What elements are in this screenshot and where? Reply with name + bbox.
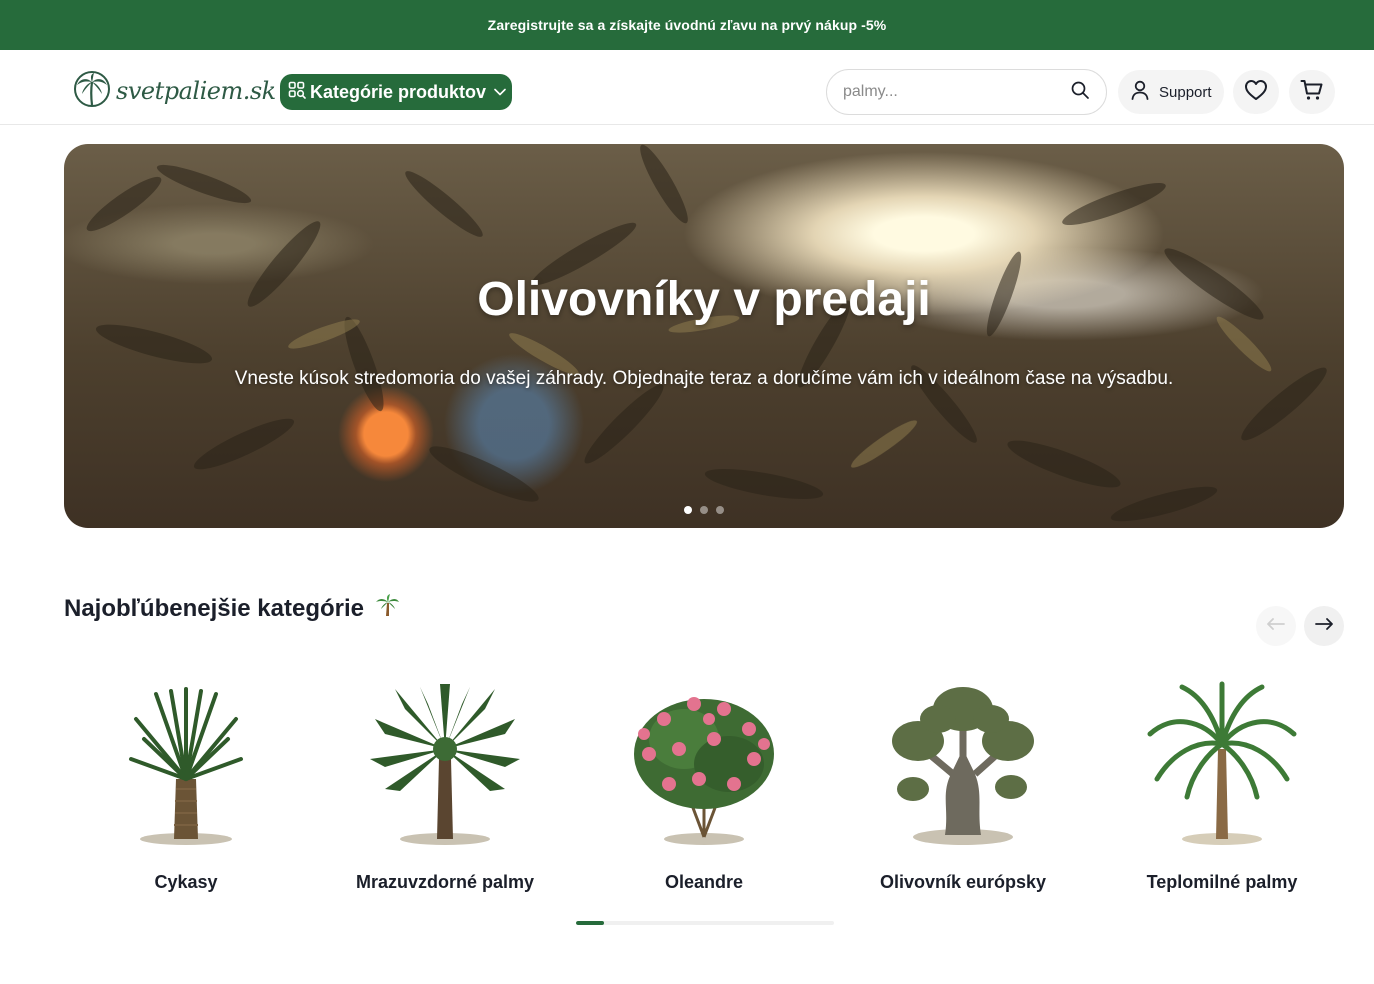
section-title: Najobľúbenejšie kategórie bbox=[64, 592, 400, 625]
category-card-olive-tree[interactable]: Olivovník európsky bbox=[841, 676, 1085, 906]
hero-subtitle: Vneste kúsok stredomoria do vašej záhrad… bbox=[234, 368, 1174, 389]
palm-logo-icon bbox=[72, 69, 112, 114]
category-name[interactable]: Olivovník európsky bbox=[841, 872, 1085, 893]
categories-button[interactable]: Kategórie produktov bbox=[280, 74, 512, 110]
search-box[interactable] bbox=[826, 69, 1107, 115]
category-image-warm-palms bbox=[1100, 676, 1344, 852]
promo-text: Zaregistrujte sa a získajte úvodnú zľavu… bbox=[487, 17, 887, 33]
promo-bar: Zaregistrujte sa a získajte úvodnú zľavu… bbox=[0, 0, 1374, 50]
category-name[interactable]: Cykasy bbox=[64, 872, 308, 893]
arrow-right-icon bbox=[1314, 617, 1334, 636]
section-title-text: Najobľúbenejšie kategórie bbox=[64, 594, 364, 622]
category-card-hardy-palms[interactable]: Mrazuvzdorné palmy bbox=[323, 676, 567, 906]
hero-background-leaves bbox=[86, 144, 1327, 522]
cart-button[interactable] bbox=[1289, 70, 1335, 114]
hero-banner[interactable]: Olivovníky v predaji Vneste kúsok stredo… bbox=[64, 144, 1344, 528]
logo-text: svetpaliem.sk bbox=[116, 77, 276, 105]
category-image-oleander bbox=[582, 676, 826, 852]
category-image-hardy-palms bbox=[323, 676, 567, 852]
category-card-oleander[interactable]: Oleandre bbox=[582, 676, 826, 906]
palm-tree-icon bbox=[374, 592, 400, 625]
category-image-cycas bbox=[64, 676, 308, 852]
arrow-left-icon bbox=[1266, 617, 1286, 636]
category-name[interactable]: Mrazuvzdorné palmy bbox=[323, 872, 567, 893]
wishlist-button[interactable] bbox=[1233, 70, 1279, 114]
category-image-olive-tree bbox=[841, 676, 1085, 852]
category-search-icon bbox=[288, 81, 306, 104]
heart-icon bbox=[1244, 79, 1268, 106]
slide-dot-2[interactable] bbox=[700, 506, 708, 514]
category-card-warm-palms[interactable]: Teplomilné palmy bbox=[1100, 676, 1344, 906]
category-name[interactable]: Oleandre bbox=[582, 872, 826, 893]
hero-slide-indicators bbox=[684, 506, 724, 514]
carousel-next-button[interactable] bbox=[1304, 606, 1344, 646]
category-card-cycas[interactable]: Cykasy bbox=[64, 676, 308, 906]
carousel-prev-button[interactable] bbox=[1256, 606, 1296, 646]
support-button[interactable]: Support bbox=[1118, 70, 1224, 114]
logo[interactable]: svetpaliem.sk bbox=[72, 69, 276, 114]
carousel-progress-fill bbox=[576, 921, 605, 925]
slide-dot-1[interactable] bbox=[684, 506, 692, 514]
slide-dot-3[interactable] bbox=[716, 506, 724, 514]
search-icon[interactable] bbox=[1070, 80, 1090, 105]
categories-button-label: Kategórie produktov bbox=[310, 81, 487, 102]
search-input[interactable] bbox=[843, 83, 1070, 101]
chevron-down-icon bbox=[494, 83, 506, 101]
carousel-progress-bar[interactable] bbox=[576, 921, 834, 925]
support-label: Support bbox=[1159, 83, 1212, 101]
site-header: svetpaliem.sk Kategórie produktov Suppor… bbox=[0, 50, 1374, 125]
hero-title: Olivovníky v predaji bbox=[477, 273, 931, 326]
user-icon bbox=[1129, 79, 1151, 106]
cart-icon bbox=[1300, 79, 1324, 106]
category-name[interactable]: Teplomilné palmy bbox=[1100, 872, 1344, 893]
